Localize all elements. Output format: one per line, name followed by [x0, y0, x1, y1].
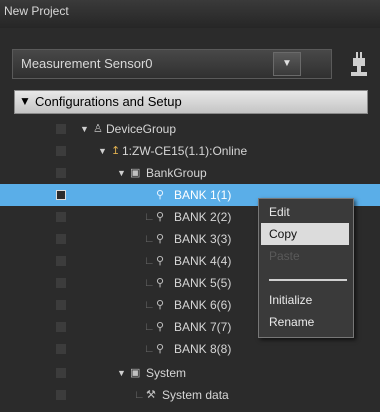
tree-branch-line: ∟	[144, 277, 155, 289]
tree-branch-line: ∟	[144, 255, 155, 267]
device-selector-value: Measurement Sensor0	[21, 56, 153, 71]
row-checkbox[interactable]	[56, 168, 66, 178]
expand-arrow-icon[interactable]: ▼	[80, 118, 89, 140]
plug-icon[interactable]	[350, 52, 368, 78]
folder-icon: ▣	[130, 167, 141, 179]
expand-arrow-icon[interactable]: ▼	[117, 162, 126, 184]
tree-item-label: BANK 6(6)	[174, 298, 232, 312]
wrench-icon: ⚒	[146, 389, 156, 401]
tree-item-label: DeviceGroup	[106, 122, 177, 136]
tree-item-devicegroup[interactable]: ▼ ♙ DeviceGroup	[0, 118, 380, 140]
row-checkbox[interactable]	[56, 256, 66, 266]
row-checkbox[interactable]	[56, 344, 66, 354]
row-checkbox[interactable]	[56, 322, 66, 332]
tree-item-system[interactable]: ▼ ▣ System	[0, 362, 380, 384]
bank-icon: ⚲	[156, 233, 165, 245]
menu-item-copy[interactable]: Copy	[261, 223, 349, 245]
tree-item-label: BANK 2(2)	[174, 210, 232, 224]
tree-item-label: BANK 7(7)	[174, 320, 232, 334]
configurations-section-header[interactable]: ▼ Configurations and Setup	[14, 90, 368, 114]
context-menu: Edit Copy Paste Initialize Rename	[258, 198, 354, 338]
menu-item-rename[interactable]: Rename	[261, 311, 349, 333]
row-checkbox[interactable]	[56, 124, 66, 134]
bank-icon: ⚲	[156, 211, 165, 223]
tree-item-controller[interactable]: ▼ ↥ 1:ZW-CE15(1.1):Online	[0, 140, 380, 162]
row-checkbox[interactable]	[56, 212, 66, 222]
expand-arrow-icon[interactable]: ▼	[117, 362, 126, 384]
menu-item-paste: Paste	[269, 249, 300, 263]
tree-item-bank-8[interactable]: ∟ ⚲ BANK 8(8)	[0, 338, 380, 360]
tree-branch-line: ∟	[144, 211, 155, 223]
tree-branch-line: ∟	[144, 343, 155, 355]
row-checkbox[interactable]	[56, 234, 66, 244]
tree-item-label: 1:ZW-CE15(1.1):Online	[122, 144, 248, 158]
tree-item-label: BANK 4(4)	[174, 254, 232, 268]
tree-item-label: BANK 5(5)	[174, 276, 232, 290]
tree-item-bankgroup[interactable]: ▼ ▣ BankGroup	[0, 162, 380, 184]
device-selector[interactable]: Measurement Sensor0 ▼	[12, 49, 332, 79]
tree-item-system-data[interactable]: ∟ ⚒ System data	[0, 384, 380, 406]
tree-branch-line: ∟	[144, 321, 155, 333]
window-title: New Project	[4, 4, 69, 18]
menu-item-initialize[interactable]: Initialize	[261, 289, 349, 311]
row-checkbox[interactable]	[56, 278, 66, 288]
tree-branch-line: ∟	[144, 299, 155, 311]
menu-item-edit[interactable]: Edit	[261, 201, 349, 223]
tree-item-label: BANK 8(8)	[174, 342, 232, 356]
expand-arrow-icon[interactable]: ▼	[98, 140, 107, 162]
tree-item-label: BankGroup	[146, 166, 207, 180]
sensor-device-icon: ↥	[111, 145, 121, 157]
folder-icon: ▣	[130, 367, 141, 379]
bank-icon: ⚲	[156, 299, 165, 311]
bank-icon: ⚲	[156, 189, 165, 201]
tree-item-label: BANK 3(3)	[174, 232, 232, 246]
tree-item-label: System	[146, 366, 187, 380]
bank-icon: ⚲	[156, 277, 165, 289]
tree-item-label: BANK 1(1)	[174, 188, 232, 202]
collapse-arrow-icon[interactable]: ▼	[19, 94, 31, 108]
row-checkbox[interactable]	[56, 300, 66, 310]
bank-icon: ⚲	[156, 321, 165, 333]
bank-icon: ⚲	[156, 255, 165, 267]
tree-branch-line: ∟	[134, 389, 145, 401]
bank-icon: ⚲	[156, 343, 165, 355]
tree-branch-line: ∟	[144, 233, 155, 245]
row-checkbox[interactable]	[56, 146, 66, 156]
chevron-down-icon[interactable]: ▼	[273, 52, 301, 76]
section-label: Configurations and Setup	[35, 94, 182, 109]
network-icon: ♙	[93, 123, 103, 135]
menu-separator	[269, 279, 347, 281]
row-checkbox[interactable]	[56, 190, 66, 200]
row-checkbox[interactable]	[56, 368, 66, 378]
row-checkbox[interactable]	[56, 390, 66, 400]
window-titlebar: New Project	[0, 0, 380, 29]
tree-item-label: System data	[162, 388, 229, 402]
